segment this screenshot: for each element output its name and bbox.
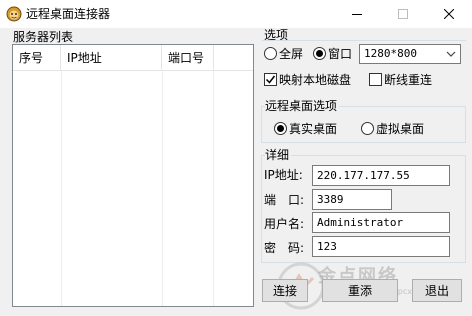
server-list-label: 服务器列表 [13,30,74,44]
real-desktop-label: 真实桌面 [289,122,338,136]
checkmark-icon [265,75,276,84]
reconnect-checkbox[interactable] [369,73,382,86]
fullscreen-label: 全屏 [279,47,304,61]
cartoon-face-icon [6,6,22,22]
column-header-port[interactable]: 端口号 [162,45,214,71]
real-desktop-radio[interactable] [274,122,287,135]
resolution-value: 1280*800 [364,47,417,60]
ip-field[interactable] [312,165,450,186]
password-label: 密 码: [264,241,305,255]
column-divider [61,71,62,306]
resolution-select[interactable]: 1280*800 [359,44,461,64]
maximize-icon [398,9,408,19]
close-button[interactable] [426,0,472,28]
title-bar: 远程桌面连接器 [0,0,472,28]
column-header-index[interactable]: 序号 [13,45,61,71]
maximize-button [380,0,426,28]
exit-button[interactable]: 退出 [412,279,462,302]
chevron-down-icon [446,51,456,57]
port-label: 端 口: [264,193,305,207]
password-field[interactable] [312,236,450,257]
virtual-desktop-radio[interactable] [361,122,374,135]
reconnect-label: 断线重连 [384,73,433,87]
window-radio[interactable] [313,47,326,60]
username-field[interactable] [312,212,450,233]
list-header: 序号 IP地址 端口号 [13,45,253,71]
map-disk-checkbox[interactable] [264,73,277,86]
map-disk-label: 映射本地磁盘 [279,73,352,87]
minimize-icon [352,14,362,15]
window-label: 窗口 [328,47,353,61]
details-title: 详细 [265,148,292,162]
ip-label: IP地址: [264,168,303,182]
username-label: 用户名: [264,217,305,231]
port-field[interactable] [312,189,392,210]
desktop-options-title: 远程桌面选项 [265,99,340,113]
column-header-ip[interactable]: IP地址 [61,45,162,71]
connect-button[interactable]: 连接 [262,279,308,302]
server-list[interactable]: 序号 IP地址 端口号 [12,44,254,307]
column-divider [213,71,214,306]
close-icon [444,9,454,19]
window-title: 远程桌面连接器 [26,7,111,21]
minimize-button[interactable] [334,0,380,28]
group-divider [262,40,466,41]
fullscreen-radio[interactable] [264,47,277,60]
add-button[interactable]: 重添 [322,279,398,302]
virtual-desktop-label: 虚拟桌面 [376,122,425,136]
column-divider [162,71,163,306]
